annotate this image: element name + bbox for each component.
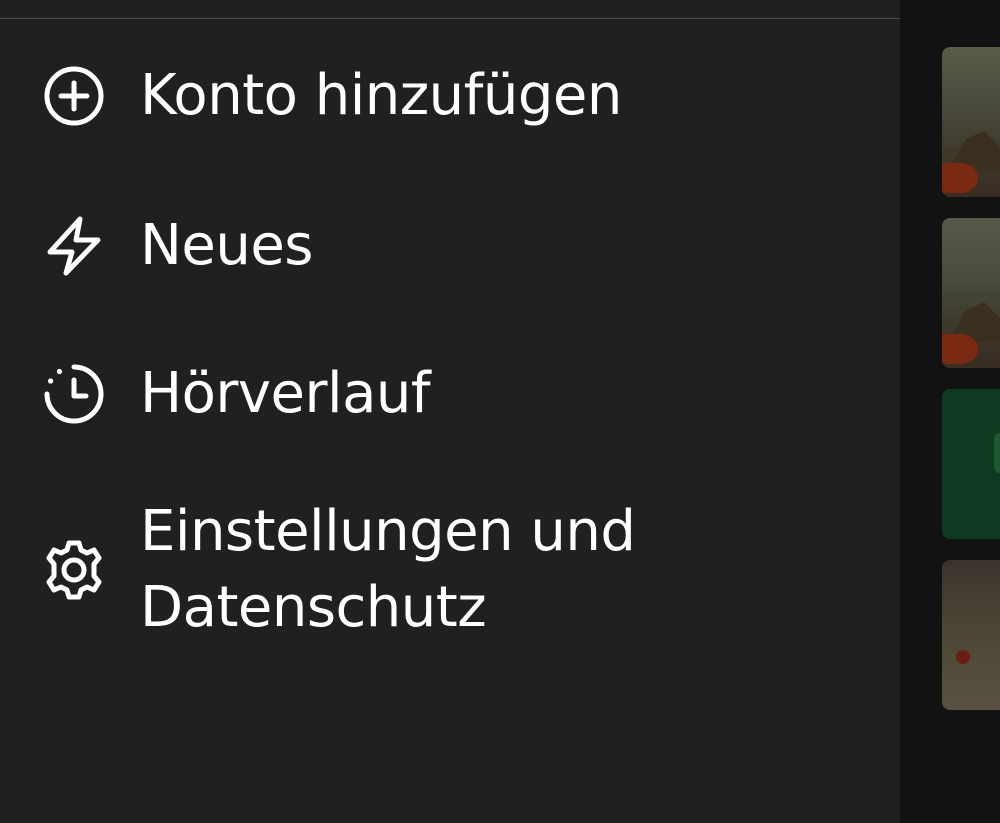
audiobook-cover-tile[interactable]: [942, 218, 1000, 368]
cover-artwork: [994, 433, 1000, 473]
drawer-divider: [0, 18, 900, 19]
side-drawer: Konto hinzufügen Neues Hörverlauf Einste…: [0, 0, 900, 823]
cover-badge: [942, 163, 978, 193]
screen: Konto hinzufügen Neues Hörverlauf Einste…: [0, 0, 1000, 823]
menu-item-label: Neues: [140, 213, 313, 278]
menu-item-listening-history[interactable]: Hörverlauf: [0, 356, 900, 432]
history-clock-icon: [42, 362, 106, 426]
audiobook-cover-tile[interactable]: [942, 47, 1000, 197]
menu-item-add-account[interactable]: Konto hinzufügen: [0, 58, 900, 134]
plus-circle-icon: [42, 64, 106, 128]
menu-item-label: Konto hinzufügen: [140, 63, 622, 128]
menu-item-label: Hörverlauf: [140, 361, 431, 426]
cover-badge: [942, 334, 978, 364]
podcast-cover-tile[interactable]: [942, 560, 1000, 710]
menu-item-label: Einstellungen und Datenschutz: [140, 499, 636, 640]
lightning-icon: [42, 214, 106, 278]
menu-item-settings-privacy[interactable]: Einstellungen und Datenschutz: [0, 494, 900, 650]
section-heading-fragment: [944, 810, 1000, 823]
menu-item-whats-new[interactable]: Neues: [0, 208, 900, 284]
playlist-cover-tile[interactable]: [942, 389, 1000, 539]
cover-artwork: [956, 650, 970, 664]
gear-icon: [42, 538, 106, 602]
